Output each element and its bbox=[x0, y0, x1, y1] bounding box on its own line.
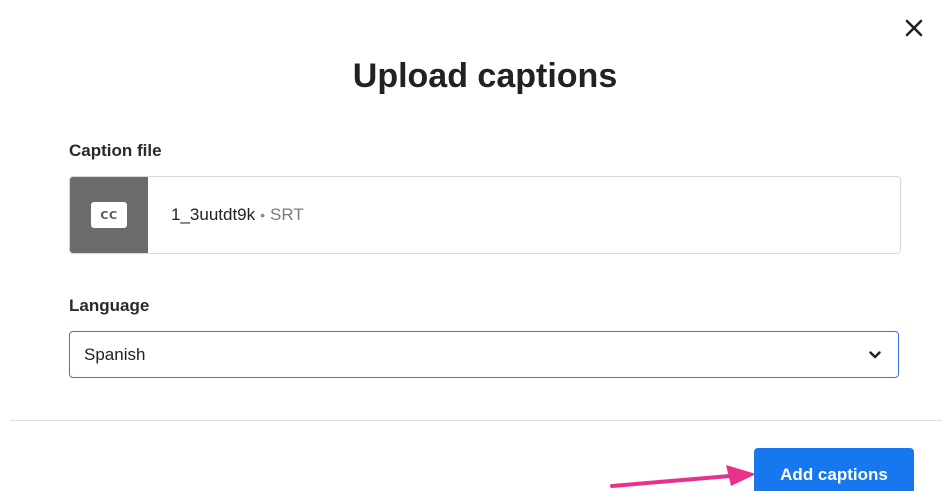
file-separator: • bbox=[260, 207, 266, 223]
upload-captions-dialog: Upload captions Caption file CC 1_3uutdt… bbox=[0, 0, 942, 491]
closed-captions-icon: CC bbox=[91, 202, 127, 228]
dialog-title: Upload captions bbox=[352, 57, 618, 95]
language-label: Language bbox=[69, 296, 150, 315]
add-captions-button[interactable]: Add captions bbox=[754, 448, 914, 491]
caption-file-card: CC 1_3uutdt9k • SRT bbox=[69, 176, 901, 254]
close-icon bbox=[905, 19, 923, 37]
language-select[interactable]: Spanish bbox=[69, 331, 899, 378]
pointer-arrow-icon bbox=[610, 465, 756, 488]
close-button[interactable] bbox=[900, 14, 928, 42]
file-name: 1_3uutdt9k bbox=[171, 205, 256, 224]
chevron-down-icon bbox=[868, 348, 882, 362]
file-info: 1_3uutdt9k • SRT bbox=[148, 177, 304, 253]
caption-file-label: Caption file bbox=[69, 141, 162, 160]
language-selected-value: Spanish bbox=[84, 344, 146, 364]
file-thumbnail: CC bbox=[70, 177, 148, 253]
footer-divider bbox=[10, 420, 942, 421]
file-type: SRT bbox=[270, 205, 304, 224]
